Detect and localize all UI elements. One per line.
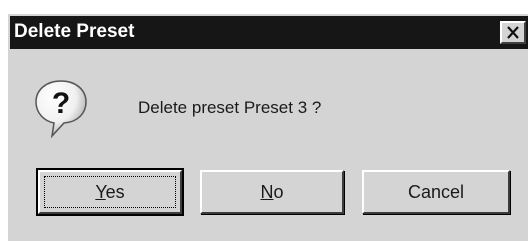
dialog-title: Delete Preset <box>14 21 135 42</box>
yes-mnemonic: Y <box>95 181 106 202</box>
close-button[interactable] <box>500 21 526 44</box>
delete-preset-dialog: Delete Preset ? Delete preset Preset 3 ? <box>6 12 528 241</box>
no-label: No <box>260 182 283 203</box>
confirmation-message: Delete preset Preset 3 ? <box>138 98 322 117</box>
yes-label-rest: es <box>105 181 125 202</box>
svg-text:?: ? <box>52 87 70 120</box>
no-mnemonic: N <box>260 181 274 202</box>
cancel-label: Cancel <box>407 181 465 202</box>
question-icon: ? <box>35 80 87 139</box>
screen: Delete Preset ? Delete preset Preset 3 ? <box>0 0 528 241</box>
yes-button[interactable]: Yes <box>36 168 184 216</box>
cancel-button[interactable]: Cancel <box>362 170 510 214</box>
no-label-rest: o <box>273 181 284 202</box>
close-icon <box>507 26 519 39</box>
title-bar[interactable]: Delete Preset <box>10 16 528 49</box>
yes-label: Yes <box>95 182 124 203</box>
no-button[interactable]: No <box>200 170 344 214</box>
